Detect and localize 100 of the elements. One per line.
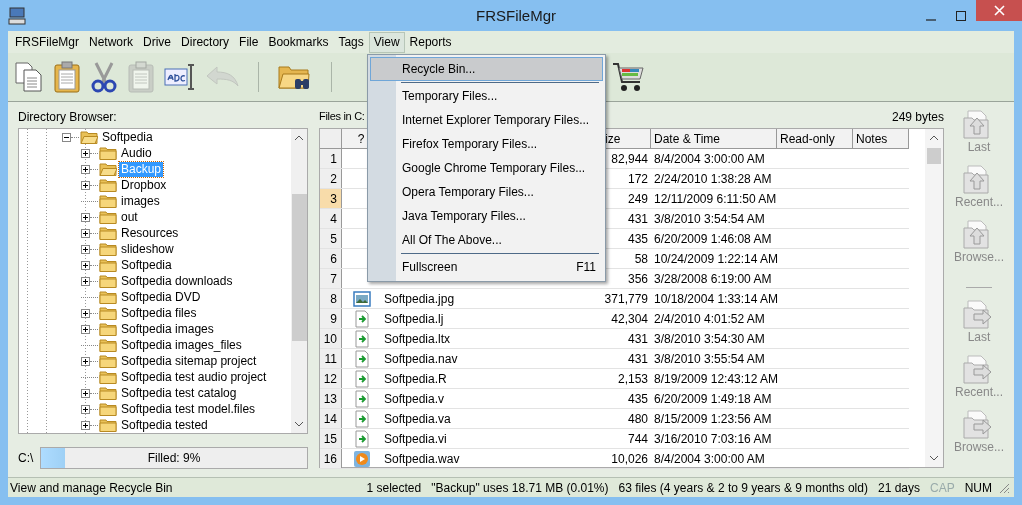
menu-option[interactable]: Temporary Files...	[370, 84, 603, 108]
folder-item[interactable]: Resources	[119, 225, 181, 241]
folder-item[interactable]: Softpedia images	[119, 321, 216, 337]
menu-option[interactable]: Fullscreen F11	[370, 255, 603, 279]
status-pane: "Backup" uses 18.71 MB (0.01%)	[431, 480, 609, 495]
row-number[interactable]: 4	[320, 209, 342, 228]
folder-icon	[99, 338, 117, 352]
folder-item[interactable]: Softpedia test audio project	[119, 369, 269, 385]
folder-icon	[99, 306, 117, 320]
row-number[interactable]: 16	[320, 449, 342, 468]
row-number[interactable]: 5	[320, 229, 342, 248]
minimize-icon	[926, 18, 936, 21]
expand-icon[interactable]	[81, 404, 90, 414]
column-header[interactable]: Date & Time	[651, 129, 777, 148]
status-pane: CAP	[930, 480, 955, 495]
folder-item[interactable]: images	[119, 193, 162, 209]
expand-icon[interactable]	[81, 148, 90, 158]
copy-icon[interactable]	[14, 61, 44, 93]
folder-item[interactable]: Softpedia DVD	[119, 289, 203, 305]
folder-item[interactable]: Softpedia files	[119, 305, 199, 321]
scrollbar-thumb[interactable]	[291, 194, 307, 341]
folder-item[interactable]: slideshow	[119, 241, 176, 257]
folder-item[interactable]: Dropbox	[119, 177, 169, 193]
menu-item[interactable]: Network	[84, 31, 139, 53]
file-date: 3/8/2010 3:54:54 AM	[653, 210, 766, 228]
row-number[interactable]: 7	[320, 269, 342, 288]
folder-icon	[99, 290, 117, 304]
column-header[interactable]: Notes	[853, 129, 909, 148]
folder-item[interactable]: Softpedia sitemap project	[119, 353, 259, 369]
menu-option[interactable]: Internet Explorer Temporary Files...	[370, 108, 603, 132]
menu-item[interactable]: View	[368, 31, 405, 53]
folder-icon	[99, 274, 117, 288]
menu-item[interactable]: FRSFileMgr	[10, 31, 84, 53]
folder-item[interactable]: Softpedia	[100, 129, 155, 145]
menu-item[interactable]: Drive	[138, 31, 177, 53]
expand-icon[interactable]	[81, 356, 90, 366]
folder-item[interactable]: Softpedia test model.files	[119, 401, 258, 417]
file-size: 371,779	[603, 290, 649, 308]
menu-item[interactable]: Bookmarks	[263, 31, 334, 53]
expand-icon[interactable]	[81, 244, 90, 254]
folder-icon	[99, 210, 117, 224]
resize-grip-icon[interactable]	[998, 481, 1010, 494]
file-date: 3/28/2008 6:19:00 AM	[653, 270, 773, 288]
menu-item[interactable]: File	[234, 31, 264, 53]
row-number[interactable]: 11	[320, 349, 342, 368]
file-link-icon	[354, 389, 369, 408]
folder-item[interactable]: out	[119, 209, 140, 225]
scissors-icon[interactable]	[90, 61, 118, 93]
row-number[interactable]: 2	[320, 169, 342, 188]
menu-item[interactable]: Directory	[176, 31, 235, 53]
row-number[interactable]: 3	[320, 189, 342, 208]
row-number[interactable]: 12	[320, 369, 342, 388]
expand-icon[interactable]	[81, 228, 90, 238]
menu-option[interactable]: Java Temporary Files...	[370, 204, 603, 228]
file-name: Softpedia.wav	[383, 450, 461, 468]
column-header[interactable]: Read-only	[777, 129, 853, 148]
row-number[interactable]: 8	[320, 289, 342, 308]
row-number[interactable]: 14	[320, 409, 342, 428]
folder-item[interactable]: Audio	[119, 145, 154, 161]
expand-icon[interactable]	[81, 276, 90, 286]
expand-icon[interactable]	[81, 308, 90, 318]
menu-item[interactable]: Reports	[404, 31, 457, 53]
expand-icon[interactable]	[81, 420, 90, 430]
row-number[interactable]: 9	[320, 309, 342, 328]
scrollbar-thumb[interactable]	[927, 148, 941, 164]
folder-icon	[99, 226, 117, 240]
file-date: 8/4/2004 3:00:00 AM	[653, 450, 766, 468]
expand-icon[interactable]	[81, 164, 90, 174]
folder-item[interactable]: Softpedia downloads	[119, 273, 235, 289]
maximize-icon	[956, 10, 966, 21]
collapse-icon[interactable]	[62, 132, 71, 142]
row-number[interactable]: 15	[320, 429, 342, 448]
expand-icon[interactable]	[81, 260, 90, 270]
row-number[interactable]: 10	[320, 329, 342, 348]
file-size: 172	[626, 170, 649, 188]
app-icon	[8, 6, 26, 25]
cart-icon[interactable]	[612, 61, 646, 93]
file-link-icon	[354, 429, 369, 448]
file-date: 6/20/2009 1:49:18 AM	[653, 390, 773, 408]
rename-icon[interactable]	[164, 63, 196, 91]
folder-icon	[99, 370, 117, 384]
folder-icon	[99, 322, 117, 336]
menu-option[interactable]: All Of The Above...	[370, 228, 603, 252]
folder-item[interactable]: Softpedia test catalog	[119, 385, 239, 401]
row-number[interactable]: 1	[320, 149, 342, 168]
folder-item[interactable]: Softpedia	[119, 257, 174, 273]
row-number[interactable]: 13	[320, 389, 342, 408]
clipboard-icon[interactable]	[53, 61, 81, 93]
menu-option[interactable]: Google Chrome Temporary Files...	[370, 156, 603, 180]
expand-icon[interactable]	[81, 324, 90, 334]
menu-option[interactable]: Opera Temporary Files...	[370, 180, 603, 204]
expand-icon[interactable]	[81, 388, 90, 398]
file-date: 3/8/2010 3:55:54 AM	[653, 350, 766, 368]
expand-icon[interactable]	[81, 180, 90, 190]
folder-item[interactable]: Softpedia images_files	[119, 337, 244, 353]
row-number[interactable]: 6	[320, 249, 342, 268]
folder-item[interactable]: Softpedia tested	[119, 417, 210, 433]
menu-item[interactable]: Tags	[333, 31, 369, 53]
expand-icon[interactable]	[81, 212, 90, 222]
menu-option[interactable]: Recycle Bin...	[370, 57, 603, 81]
